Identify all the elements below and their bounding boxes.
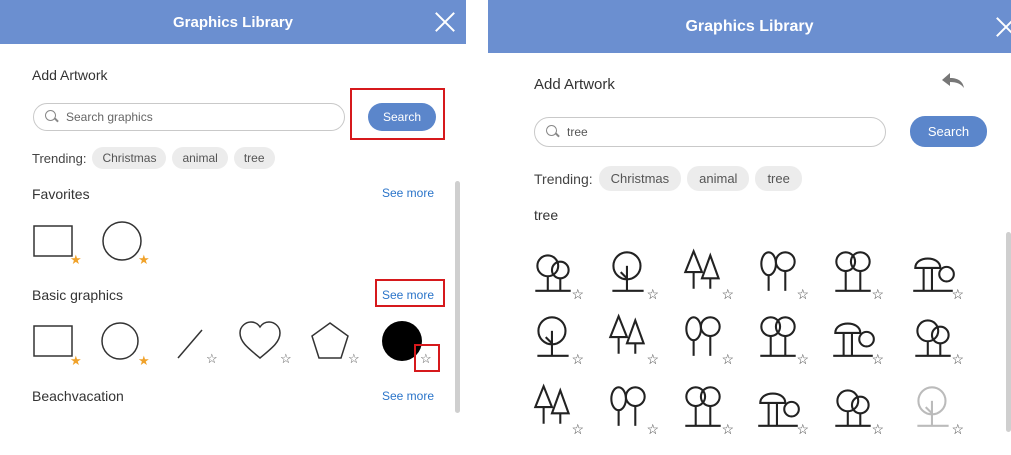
scrollbar[interactable]: [455, 181, 460, 413]
tree-graphic-item[interactable]: ☆: [908, 380, 964, 436]
rectangle-icon: [33, 325, 73, 357]
star-icon[interactable]: ☆: [571, 352, 584, 366]
basic-pentagon[interactable]: ☆: [310, 318, 370, 368]
add-artwork-heading: Add Artwork: [32, 67, 108, 83]
tree-graphic-item[interactable]: ☆: [908, 245, 964, 301]
favorite-rectangle[interactable]: ★: [32, 220, 92, 270]
trending-row: Trending: Christmas animal tree: [32, 147, 275, 169]
star-icon[interactable]: ☆: [646, 287, 659, 301]
star-icon[interactable]: ☆: [646, 422, 659, 436]
rectangle-icon: [33, 225, 73, 257]
star-icon[interactable]: ☆: [796, 422, 809, 436]
tree-graphic-item[interactable]: ☆: [528, 245, 584, 301]
star-icon[interactable]: ☆: [951, 352, 964, 366]
favorite-circle[interactable]: ★: [100, 220, 160, 270]
star-icon[interactable]: ☆: [571, 422, 584, 436]
panel-title: Graphics Library: [172, 13, 294, 31]
favorites-see-more-link[interactable]: See more: [382, 186, 434, 200]
star-icon[interactable]: ☆: [206, 352, 218, 365]
search-input[interactable]: Search graphics: [33, 103, 345, 131]
graphics-library-panel-right: Graphics Library Add Artwork tree Search…: [488, 0, 1011, 455]
basic-circle[interactable]: ★: [100, 318, 160, 368]
star-icon[interactable]: ☆: [348, 352, 360, 365]
tree-graphic-item[interactable]: ☆: [528, 380, 584, 436]
results-heading: tree: [534, 207, 559, 223]
tree-graphic-item[interactable]: ☆: [678, 245, 734, 301]
circle-icon: [102, 221, 142, 261]
trending-label: Trending:: [32, 150, 87, 166]
tree-graphic-item[interactable]: ☆: [603, 245, 659, 301]
beachvacation-heading: Beachvacation: [32, 388, 124, 404]
scrollbar[interactable]: [1006, 232, 1011, 432]
trending-chip-tree[interactable]: tree: [755, 166, 802, 191]
trending-label: Trending:: [534, 170, 593, 187]
pentagon-icon: [311, 322, 349, 359]
star-icon[interactable]: ★: [138, 354, 150, 367]
tree-graphic-item[interactable]: ☆: [678, 380, 734, 436]
star-icon[interactable]: ☆: [280, 352, 292, 365]
search-placeholder: Search graphics: [66, 110, 153, 124]
circle-icon: [101, 322, 139, 360]
highlight-search-button: [350, 88, 445, 140]
star-icon[interactable]: ★: [138, 253, 150, 266]
star-icon[interactable]: ☆: [646, 352, 659, 366]
search-value: tree: [567, 125, 588, 139]
panel-header: Graphics Library: [488, 0, 1011, 53]
tree-graphic-item[interactable]: ☆: [908, 310, 964, 366]
star-icon[interactable]: ☆: [721, 287, 734, 301]
tree-graphic-item[interactable]: ☆: [753, 245, 809, 301]
tree-graphic-item[interactable]: ☆: [753, 310, 809, 366]
highlight-star: [414, 344, 440, 372]
beachvacation-see-more-link[interactable]: See more: [382, 389, 434, 403]
tree-graphic-item[interactable]: ☆: [753, 380, 809, 436]
line-icon: [177, 329, 203, 359]
star-icon[interactable]: ☆: [796, 287, 809, 301]
close-icon[interactable]: [995, 16, 1011, 38]
star-icon[interactable]: ☆: [796, 352, 809, 366]
back-arrow-icon[interactable]: [940, 71, 966, 91]
trending-row: Trending: Christmas animal tree: [534, 166, 802, 191]
basic-heart[interactable]: ☆: [238, 318, 298, 368]
star-icon[interactable]: ☆: [871, 352, 884, 366]
star-icon[interactable]: ☆: [721, 422, 734, 436]
tree-graphic-item[interactable]: ☆: [528, 310, 584, 366]
highlight-see-more: [375, 279, 445, 307]
basic-graphics-heading: Basic graphics: [32, 287, 124, 303]
trending-chip-christmas[interactable]: Christmas: [598, 166, 682, 191]
star-icon[interactable]: ★: [70, 253, 82, 266]
star-icon[interactable]: ☆: [871, 422, 884, 436]
search-icon: [44, 109, 60, 125]
trending-chip-animal[interactable]: animal: [687, 166, 750, 191]
tree-graphic-item[interactable]: ☆: [828, 380, 884, 436]
panel-title: Graphics Library: [685, 17, 814, 35]
search-input[interactable]: tree: [534, 117, 886, 147]
graphics-library-panel-left: Graphics Library Add Artwork Search grap…: [0, 0, 466, 455]
favorites-heading: Favorites: [32, 186, 90, 202]
close-icon[interactable]: [434, 11, 456, 33]
tree-graphic-item[interactable]: ☆: [603, 310, 659, 366]
basic-line[interactable]: ☆: [172, 318, 232, 368]
search-button[interactable]: Search: [910, 116, 987, 147]
panel-header: Graphics Library: [0, 0, 466, 44]
trending-chip-tree[interactable]: tree: [233, 147, 275, 169]
basic-rectangle[interactable]: ★: [32, 318, 92, 368]
tree-graphic-item[interactable]: ☆: [603, 380, 659, 436]
tree-graphic-item[interactable]: ☆: [678, 310, 734, 366]
star-icon[interactable]: ☆: [871, 287, 884, 301]
star-icon[interactable]: ☆: [721, 352, 734, 366]
add-artwork-heading: Add Artwork: [534, 76, 615, 93]
trending-chip-christmas[interactable]: Christmas: [92, 147, 167, 169]
star-icon[interactable]: ★: [70, 354, 82, 367]
trending-chip-animal[interactable]: animal: [172, 147, 228, 169]
star-icon[interactable]: ☆: [951, 422, 964, 436]
star-icon[interactable]: ☆: [951, 287, 964, 301]
tree-graphic-item[interactable]: ☆: [828, 310, 884, 366]
search-icon: [545, 124, 561, 140]
tree-graphic-item[interactable]: ☆: [828, 245, 884, 301]
star-icon[interactable]: ☆: [571, 287, 584, 301]
